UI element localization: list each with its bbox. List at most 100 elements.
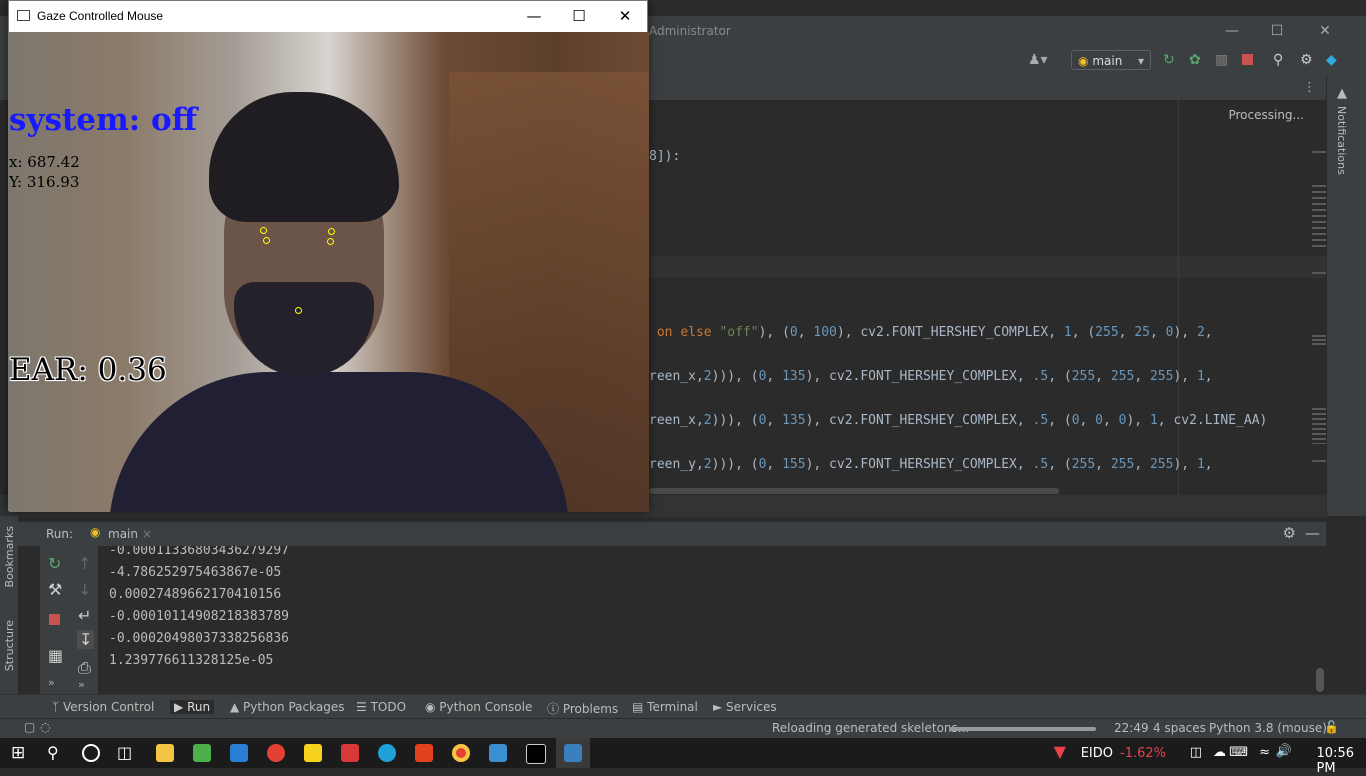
code-token: , cv2.LINE_AA) xyxy=(1157,413,1268,428)
run-panel-header: Run: ◉ main × ⚙ — xyxy=(18,522,1326,546)
bell-icon[interactable]: ▲ xyxy=(1337,86,1347,101)
code-token: .5 xyxy=(1032,413,1049,428)
arrow-down-icon[interactable]: ↓ xyxy=(78,580,91,599)
run-config-dropdown[interactable]: ◉ main ▾ xyxy=(1071,50,1151,70)
maximize-button[interactable]: ☐ xyxy=(557,3,601,29)
tab-run[interactable]: ▶ Run xyxy=(170,700,215,714)
tab-version-control[interactable]: ᛉ Version Control xyxy=(52,700,154,714)
run-tab-main[interactable]: main xyxy=(108,527,138,541)
tab-python-console[interactable]: ◉ Python Console xyxy=(425,700,532,714)
code-token: ), ( xyxy=(758,325,790,340)
chrome-icon[interactable] xyxy=(267,744,285,762)
code-token: , ( xyxy=(1071,325,1096,340)
spinner-icon: ◌ xyxy=(40,720,51,734)
file-explorer-icon[interactable] xyxy=(156,744,174,762)
tab-terminal[interactable]: ▤ Terminal xyxy=(632,700,698,714)
cloud-icon[interactable]: ☁ xyxy=(1213,745,1226,760)
code-token: .5 xyxy=(1032,369,1049,384)
indent-setting[interactable]: 4 spaces xyxy=(1153,721,1206,735)
more-icon[interactable]: ⋮ xyxy=(1303,80,1316,95)
bookmarks-tab[interactable]: Bookmarks xyxy=(3,526,16,587)
office-icon[interactable] xyxy=(415,744,433,762)
lock-icon[interactable]: 🔓 xyxy=(1324,720,1339,734)
photos-icon[interactable] xyxy=(489,744,507,762)
tab-todo[interactable]: ☰ TODO xyxy=(356,700,406,714)
gear-icon[interactable]: ⚙ xyxy=(1300,52,1313,68)
soft-wrap-icon[interactable]: ↵ xyxy=(78,606,91,625)
app-icon xyxy=(17,10,30,21)
search-icon[interactable]: ⚲ xyxy=(47,743,59,762)
gaze-window-titlebar[interactable]: Gaze Controlled Mouse — ☐ ✕ xyxy=(9,1,647,32)
wifi-icon[interactable]: ≈ xyxy=(1259,745,1270,760)
stock-change[interactable]: -1.62% xyxy=(1120,746,1166,761)
minimize-icon[interactable]: — xyxy=(1305,524,1320,542)
stop-icon[interactable] xyxy=(1242,54,1253,65)
python-icon: ◉ xyxy=(90,525,101,539)
rerun-icon[interactable]: ↻ xyxy=(1163,52,1175,68)
code-token: , xyxy=(1103,413,1119,428)
ide-maximize-button[interactable]: ☐ xyxy=(1257,20,1297,42)
camera-icon[interactable] xyxy=(341,744,359,762)
layout-icon[interactable]: ▦ xyxy=(48,646,63,665)
notifications-label[interactable]: Notifications xyxy=(1335,106,1348,175)
wrench-icon[interactable]: ⚒ xyxy=(48,580,62,599)
ide-close-button[interactable]: ✕ xyxy=(1305,20,1345,42)
user-icon[interactable]: ♟▾ xyxy=(1028,52,1048,68)
keyboard-language-icon[interactable]: ⌨ xyxy=(1229,745,1248,760)
run-console-output[interactable]: -0.00011336803436279297 -4.7862529754638… xyxy=(98,546,1326,694)
meet-now-icon[interactable]: ◫ xyxy=(1190,745,1202,760)
console-line: 1.239776611328125e-05 xyxy=(109,653,274,668)
chrome-icon[interactable] xyxy=(452,744,470,762)
edge-icon[interactable] xyxy=(378,744,396,762)
pycharm-icon[interactable] xyxy=(526,744,546,764)
stock-ticker[interactable]: EIDO xyxy=(1081,746,1113,761)
stop-icon[interactable] xyxy=(49,614,60,625)
scroll-to-end-icon[interactable]: ↧ xyxy=(77,630,95,649)
tab-problems[interactable]: ⓘ Problems xyxy=(547,700,618,717)
code-token: , xyxy=(766,413,783,428)
cortana-icon[interactable] xyxy=(82,744,100,762)
interpreter-selector[interactable]: Python 3.8 (mouse) xyxy=(1209,721,1327,735)
profile-icon[interactable]: ▩ xyxy=(1215,52,1228,68)
horizontal-scrollbar[interactable] xyxy=(649,488,1059,494)
code-token: 0 xyxy=(1095,413,1103,428)
tab-services[interactable]: ► Services xyxy=(713,700,777,714)
caret-position[interactable]: 22:49 xyxy=(1114,721,1149,735)
tab-python-packages[interactable]: ▲ Python Packages xyxy=(230,700,344,714)
gear-icon[interactable]: ⚙ xyxy=(1283,524,1296,542)
expand-icon[interactable]: » xyxy=(48,676,55,689)
minimize-button[interactable]: — xyxy=(512,3,556,29)
volume-icon[interactable]: 🔊 xyxy=(1276,744,1292,759)
mail-icon[interactable] xyxy=(230,744,248,762)
gaze-window: Gaze Controlled Mouse — ☐ ✕ system: off … xyxy=(8,0,649,512)
search-icon[interactable]: ⚲ xyxy=(1273,52,1283,68)
store-icon[interactable] xyxy=(193,744,211,762)
close-button[interactable]: ✕ xyxy=(603,3,647,29)
code-token: 255 xyxy=(1149,369,1174,384)
code-token: 255 xyxy=(1110,369,1135,384)
code-token: , xyxy=(1095,457,1111,472)
code-line-2: on else "off"), (0, 100), cv2.FONT_HERSH… xyxy=(649,325,1213,340)
expand-icon[interactable]: » xyxy=(78,678,85,691)
task-view-icon[interactable]: ◫ xyxy=(117,743,132,762)
layout-icon[interactable]: ▢ xyxy=(24,720,35,734)
ide-minimize-button[interactable]: — xyxy=(1212,20,1252,42)
run-label: Run: xyxy=(46,527,74,541)
code-token: 0 xyxy=(1071,413,1080,428)
close-icon[interactable]: × xyxy=(142,527,152,541)
jetbrains-icon[interactable]: ◆ xyxy=(1326,52,1337,68)
structure-tab[interactable]: Structure xyxy=(3,620,16,671)
gaze-window-title: Gaze Controlled Mouse xyxy=(37,9,164,23)
left-tool-strip: Bookmarks Structure xyxy=(0,516,18,696)
rerun-icon[interactable]: ↻ xyxy=(48,554,61,573)
code-token: on xyxy=(649,325,681,340)
arrow-up-icon[interactable]: ↑ xyxy=(78,554,91,573)
debug-icon[interactable]: ✿ xyxy=(1189,52,1201,68)
console-scrollbar[interactable] xyxy=(1316,668,1324,692)
windows-start-icon[interactable]: ⊞ xyxy=(11,743,25,763)
print-icon[interactable]: ⎙ xyxy=(78,658,91,678)
sticky-notes-icon[interactable] xyxy=(304,744,322,762)
python-app-icon[interactable] xyxy=(564,744,582,762)
code-token: 255 xyxy=(1071,369,1096,384)
clock[interactable]: 10:56 PM xyxy=(1317,746,1354,776)
